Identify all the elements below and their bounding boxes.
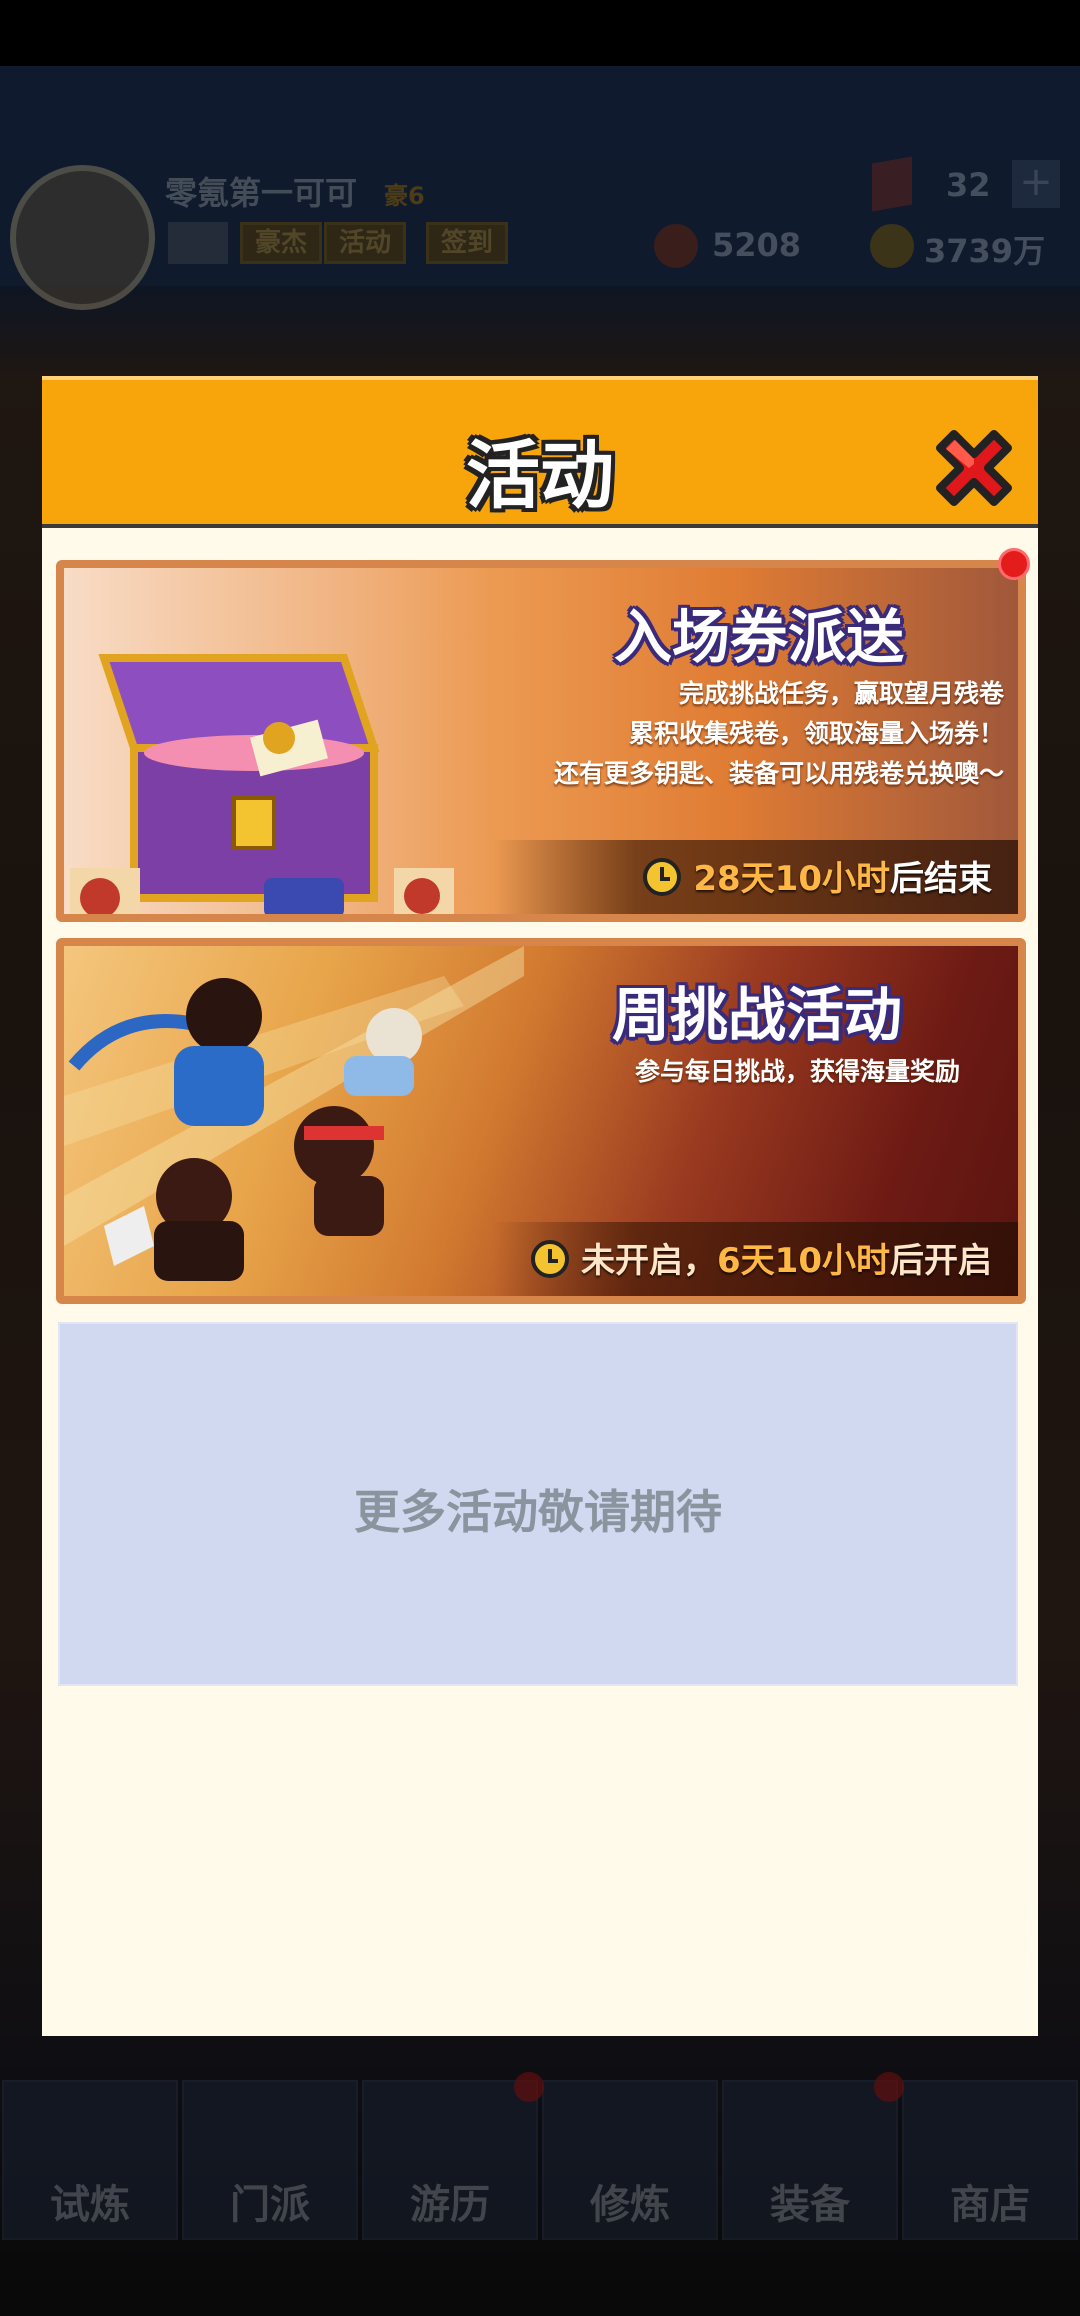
weekly-challenge-banner[interactable]: 周挑战活动 参与每日挑战，获得海量奖励 未开启，6天10小时后开启 xyxy=(56,938,1026,1304)
banner-description-line: 完成挑战任务，赢取望月残卷 xyxy=(678,679,1004,708)
status-bar xyxy=(0,0,1080,66)
clock-icon xyxy=(643,858,682,896)
timer-suffix: 后结束 xyxy=(890,859,992,899)
banner-description: 完成挑战任务，赢取望月残卷 累积收集残卷，领取海量入场券！ 还有更多钥匙、装备可… xyxy=(404,674,1004,794)
timer-value: 6天10小时 xyxy=(717,1241,890,1281)
event-timer: 28天10小时后结束 xyxy=(643,851,992,900)
close-icon[interactable] xyxy=(928,422,1020,514)
banner-title: 周挑战活动 xyxy=(612,981,903,1049)
modal-header: 活动 xyxy=(42,376,1038,528)
event-timer: 未开启，6天10小时后开启 xyxy=(531,1233,992,1282)
screen: 零氪第一可可 豪6 豪杰 活动 签到 32 + 5208 3739万 试炼 门派… xyxy=(0,0,1080,2316)
banner-description-line: 还有更多钥匙、装备可以用残卷兑换噢～ xyxy=(553,759,1004,788)
coming-soon-text: 更多活动敬请期待 xyxy=(354,1485,722,1539)
timer-suffix: 后开启 xyxy=(890,1241,992,1281)
banner-description-line: 累积收集残卷，领取海量入场券！ xyxy=(628,719,1004,748)
clock-icon xyxy=(531,1240,570,1278)
ticket-event-banner[interactable]: 入场券派送 完成挑战任务，赢取望月残卷 累积收集残卷，领取海量入场券！ 还有更多… xyxy=(56,560,1026,922)
banner-title: 入场券派送 xyxy=(614,603,905,671)
timer-value: 28天10小时 xyxy=(693,859,890,899)
timer-prefix: 未开启， xyxy=(581,1241,718,1281)
banner-description: 参与每日挑战，获得海量奖励 xyxy=(360,1052,960,1092)
coming-soon-placeholder: 更多活动敬请期待 xyxy=(58,1322,1018,1686)
activity-modal: 活动 入场券派送 完成挑战任务，赢取望月残卷 累积收集残卷，领取海量入场券！ 还… xyxy=(42,376,1038,2036)
notification-dot xyxy=(998,548,1030,580)
banner-description-line: 参与每日挑战，获得海量奖励 xyxy=(634,1057,960,1086)
modal-title: 活动 xyxy=(466,433,614,519)
